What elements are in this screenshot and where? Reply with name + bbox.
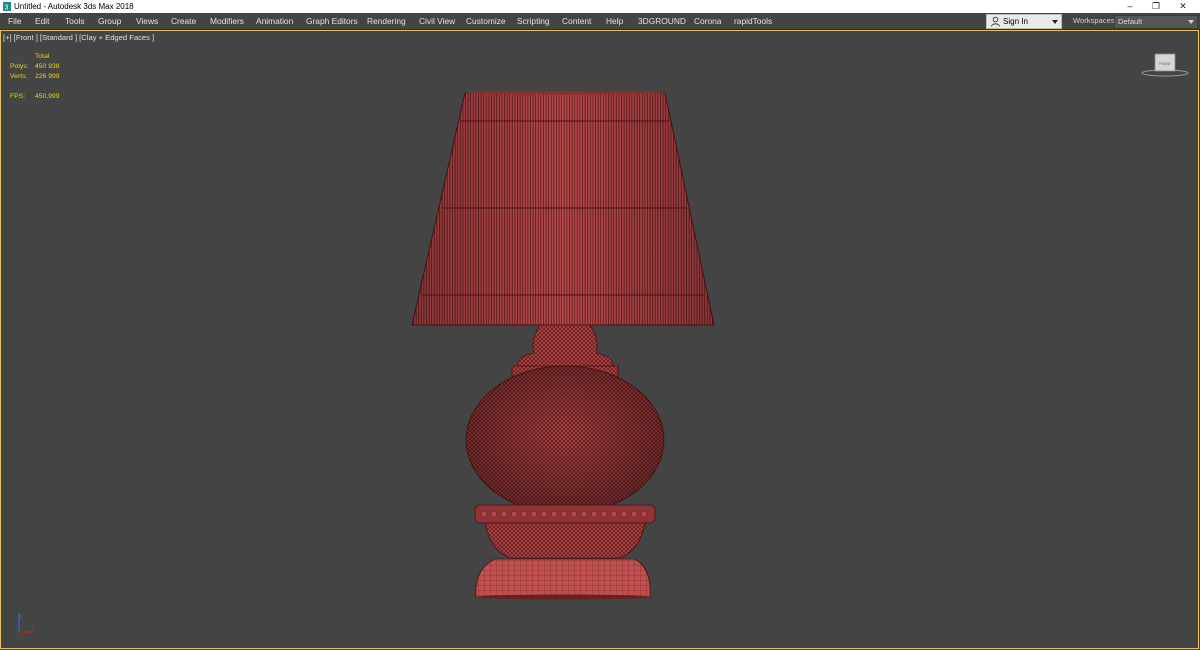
fps-value: 450,999 <box>35 93 60 100</box>
polys-value: 450 938 <box>35 63 60 70</box>
axis-tripod-icon: z x <box>18 613 35 633</box>
workspaces-label: Workspaces: <box>1073 16 1117 25</box>
sign-in-dropdown[interactable]: Sign In <box>986 14 1062 29</box>
restore-button[interactable]: ❐ <box>1143 0 1169 13</box>
stats-header: Total <box>35 53 50 60</box>
menu-views[interactable]: Views <box>136 13 158 29</box>
svg-text:x: x <box>32 626 35 632</box>
menu-create[interactable]: Create <box>171 13 196 29</box>
menu-corona[interactable]: Corona <box>694 13 721 29</box>
workspaces-select[interactable]: Default <box>1114 15 1198 29</box>
svg-text:3: 3 <box>5 5 9 12</box>
menu-help[interactable]: Help <box>606 13 623 29</box>
3dsmax-app-icon: 3 <box>3 2 11 11</box>
polys-label: Polys: <box>10 63 29 70</box>
menu-animation[interactable]: Animation <box>256 13 293 29</box>
verts-value: 226 999 <box>35 73 60 80</box>
menu-civil-view[interactable]: Civil View <box>419 13 455 29</box>
user-icon <box>991 16 1000 27</box>
workspaces-value: Default <box>1118 17 1143 26</box>
menu-customize[interactable]: Customize <box>466 13 506 29</box>
menu-modifiers[interactable]: Modifiers <box>210 13 244 29</box>
menu-scripting[interactable]: Scripting <box>517 13 550 29</box>
fps-label: FPS: <box>10 93 26 100</box>
window-title: Untitled - Autodesk 3ds Max 2018 <box>14 2 134 11</box>
viewport-label-menu[interactable]: [+] [Front ] [Standard ] [Clay + Edged F… <box>3 33 154 42</box>
menu-3dground[interactable]: 3DGROUND <box>638 13 686 29</box>
lamp-neck <box>517 324 613 368</box>
menu-group[interactable]: Group <box>98 13 121 29</box>
menu-file[interactable]: File <box>8 13 22 29</box>
menu-edit[interactable]: Edit <box>35 13 49 29</box>
chevron-down-icon <box>1052 20 1058 24</box>
menu-tools[interactable]: Tools <box>65 13 85 29</box>
sign-in-label: Sign In <box>1003 17 1028 26</box>
lamp-mesh-object[interactable] <box>400 85 730 605</box>
menu-rapidtools[interactable]: rapidTools <box>734 13 772 29</box>
svg-text:z: z <box>20 614 23 620</box>
chevron-down-icon <box>1188 20 1194 24</box>
close-button[interactable]: ✕ <box>1170 0 1196 13</box>
menu-graph-editors[interactable]: Graph Editors <box>306 13 358 29</box>
lamp-base <box>475 558 651 598</box>
menu-rendering[interactable]: Rendering <box>367 13 406 29</box>
menu-content[interactable]: Content <box>562 13 591 29</box>
viewcube-icon[interactable]: FRONT <box>1140 52 1190 78</box>
verts-label: Verts: <box>10 73 28 80</box>
title-bar: 3 Untitled - Autodesk 3ds Max 2018 – ❐ ✕ <box>0 0 1200 13</box>
viewcube-face-label: FRONT <box>1159 62 1171 66</box>
minimize-button[interactable]: – <box>1117 0 1143 13</box>
